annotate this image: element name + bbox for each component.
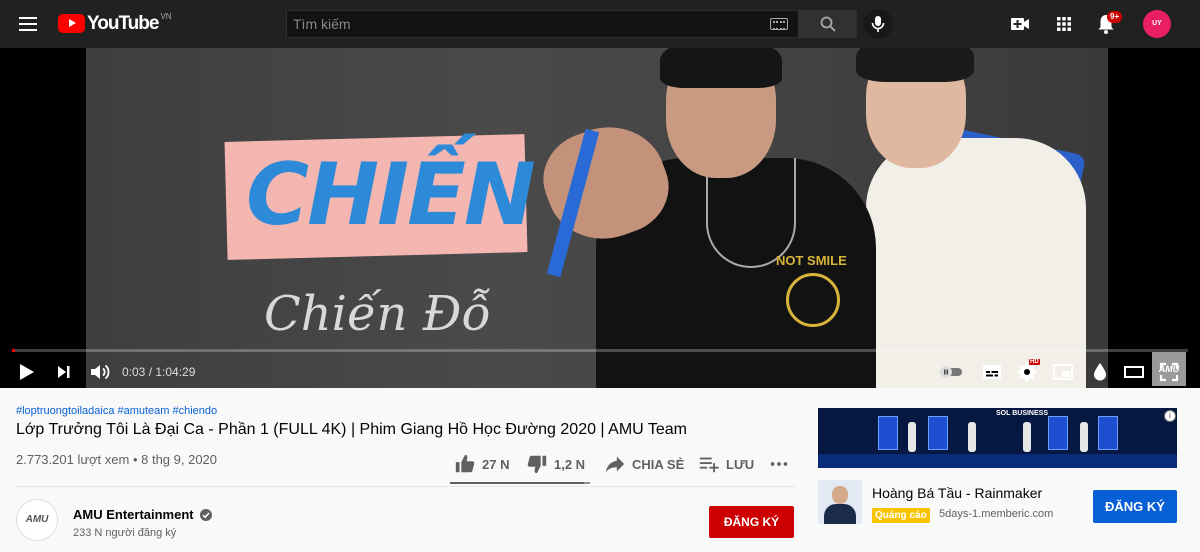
ad-card: Hoàng Bá Tầu - Rainmaker Quảng cáo 5days… — [818, 478, 1177, 536]
dislike-button[interactable]: 1,2 N — [526, 451, 585, 477]
like-dislike-ratio-bar — [450, 482, 590, 484]
channel-name-link[interactable]: AMU Entertainment — [73, 507, 213, 522]
hashtag-link[interactable]: #amuteam — [117, 405, 169, 417]
hd-badge: HD — [1029, 359, 1040, 365]
time-display: 0:03 / 1:04:29 — [122, 365, 196, 379]
fullscreen-button[interactable] — [1157, 360, 1181, 384]
photo-suit — [824, 504, 856, 524]
ad-info-icon[interactable]: i — [1164, 410, 1176, 422]
drop-icon — [1094, 363, 1106, 381]
ad-url: 5days-1.memberic.com — [939, 508, 1054, 520]
shirt-print-text: NOT SMILE — [776, 253, 847, 268]
video-player[interactable]: NOT SMILE CHIẾN Chiến Đỗ AMU 0:03 / 1:04… — [0, 48, 1200, 388]
video-overlay-title: CHIẾN — [246, 145, 536, 245]
like-count: 27 N — [482, 456, 510, 472]
channel-name: AMU Entertainment — [73, 507, 194, 522]
theater-mode-button[interactable] — [1122, 360, 1146, 384]
video-overlay-subtitle: Chiến Đỗ — [264, 286, 491, 342]
search-button[interactable] — [799, 10, 857, 38]
video-actions: 27 N 1,2 N CHIA SẺ LƯU — [450, 449, 795, 485]
volume-button[interactable] — [88, 360, 112, 384]
ad-label-badge: Quảng cáo — [872, 508, 930, 523]
more-horizontal-icon — [770, 462, 788, 466]
hashtag-link[interactable]: #loptruongtoiladaica — [16, 405, 114, 417]
keyboard-icon[interactable] — [770, 18, 788, 30]
ad-subscribe-button[interactable]: ĐĂNG KÝ — [1093, 490, 1177, 523]
autoplay-toggle[interactable] — [939, 360, 963, 384]
fullscreen-icon — [1159, 362, 1179, 382]
theater-icon — [1124, 366, 1144, 378]
like-button[interactable]: 27 N — [454, 451, 509, 477]
ad-screen — [1098, 416, 1118, 450]
autoplay-icon — [940, 366, 962, 378]
subtitles-button[interactable] — [980, 360, 1004, 384]
ad-banner-logo: SOL BUSINESS — [996, 410, 1048, 417]
share-icon — [605, 456, 625, 473]
hashtag-link[interactable]: #chiendo — [172, 405, 217, 417]
apps-grid-icon[interactable] — [1052, 12, 1076, 36]
create-video-icon[interactable] — [1008, 12, 1032, 36]
dislike-count: 1,2 N — [554, 456, 586, 472]
ambient-mode-button[interactable] — [1088, 360, 1112, 384]
ad-figure — [908, 422, 916, 452]
ad-figure — [968, 422, 976, 452]
account-avatar[interactable]: UY — [1143, 10, 1171, 38]
view-count-and-date: 2.773.201 lượt xem • 8 thg 9, 2020 — [16, 452, 218, 467]
thumbs-up-icon — [455, 454, 475, 473]
skip-next-icon — [58, 366, 70, 378]
ad-screen — [1048, 416, 1068, 450]
video-frame[interactable]: NOT SMILE CHIẾN Chiến Đỗ — [86, 48, 1108, 388]
country-code: VN — [160, 12, 172, 21]
subscriber-count: 233 N người đăng ký — [73, 527, 177, 539]
volume-icon — [91, 364, 110, 380]
search-box — [286, 10, 799, 38]
notification-count-badge: 9+ — [1107, 11, 1123, 23]
logo-text: YouTube — [87, 13, 159, 34]
search-icon — [820, 16, 836, 32]
subtitles-icon — [983, 365, 1001, 379]
photo-face — [832, 486, 848, 504]
progress-bar[interactable] — [12, 349, 1188, 352]
section-divider — [16, 486, 795, 487]
save-label: LƯU — [726, 456, 755, 472]
youtube-play-icon — [58, 14, 85, 33]
channel-avatar[interactable]: AMU — [16, 499, 58, 541]
video-title: Lớp Trưởng Tôi Là Đại Ca - Phần 1 (FULL … — [16, 421, 687, 438]
ad-banner-image[interactable]: SOL BUSINESS — [818, 408, 1177, 468]
advertiser-photo[interactable] — [818, 480, 862, 524]
next-button[interactable] — [52, 360, 76, 384]
miniplayer-icon — [1053, 364, 1073, 380]
ad-figure — [1080, 422, 1088, 452]
person-right-hair — [856, 48, 974, 82]
save-button[interactable]: LƯU — [698, 451, 754, 477]
playlist-add-icon — [699, 457, 719, 473]
ad-figure — [1023, 422, 1031, 452]
play-button[interactable] — [14, 360, 38, 384]
youtube-logo[interactable]: YouTube VN — [58, 12, 172, 35]
miniplayer-button[interactable] — [1051, 360, 1075, 384]
smiley-print-icon — [786, 273, 840, 327]
ad-screen — [928, 416, 948, 450]
ad-title[interactable]: Hoàng Bá Tầu - Rainmaker — [872, 485, 1042, 501]
thumbs-down-icon — [527, 455, 547, 474]
verified-badge-icon — [199, 508, 212, 521]
microphone-icon — [871, 16, 885, 32]
search-input[interactable] — [287, 11, 757, 37]
masthead: YouTube VN 9+ UY — [0, 0, 1200, 48]
like-ratio-fill — [450, 482, 585, 484]
subscribe-button[interactable]: ĐĂNG KÝ — [709, 506, 794, 538]
share-button[interactable]: CHIA SẺ — [604, 451, 684, 477]
play-icon — [20, 364, 34, 380]
player-controls: 0:03 / 1:04:29 HD — [0, 354, 1200, 388]
person-left-hair — [660, 48, 782, 88]
progress-played — [12, 349, 15, 352]
more-actions-button[interactable] — [768, 451, 796, 477]
hashtag-list: #loptruongtoiladaica #amuteam #chiendo — [16, 405, 220, 417]
voice-search-button[interactable] — [863, 9, 893, 39]
ad-screen — [878, 416, 898, 450]
share-label: CHIA SẺ — [632, 456, 685, 472]
ad-stage — [818, 454, 1177, 468]
menu-icon[interactable] — [16, 12, 40, 36]
